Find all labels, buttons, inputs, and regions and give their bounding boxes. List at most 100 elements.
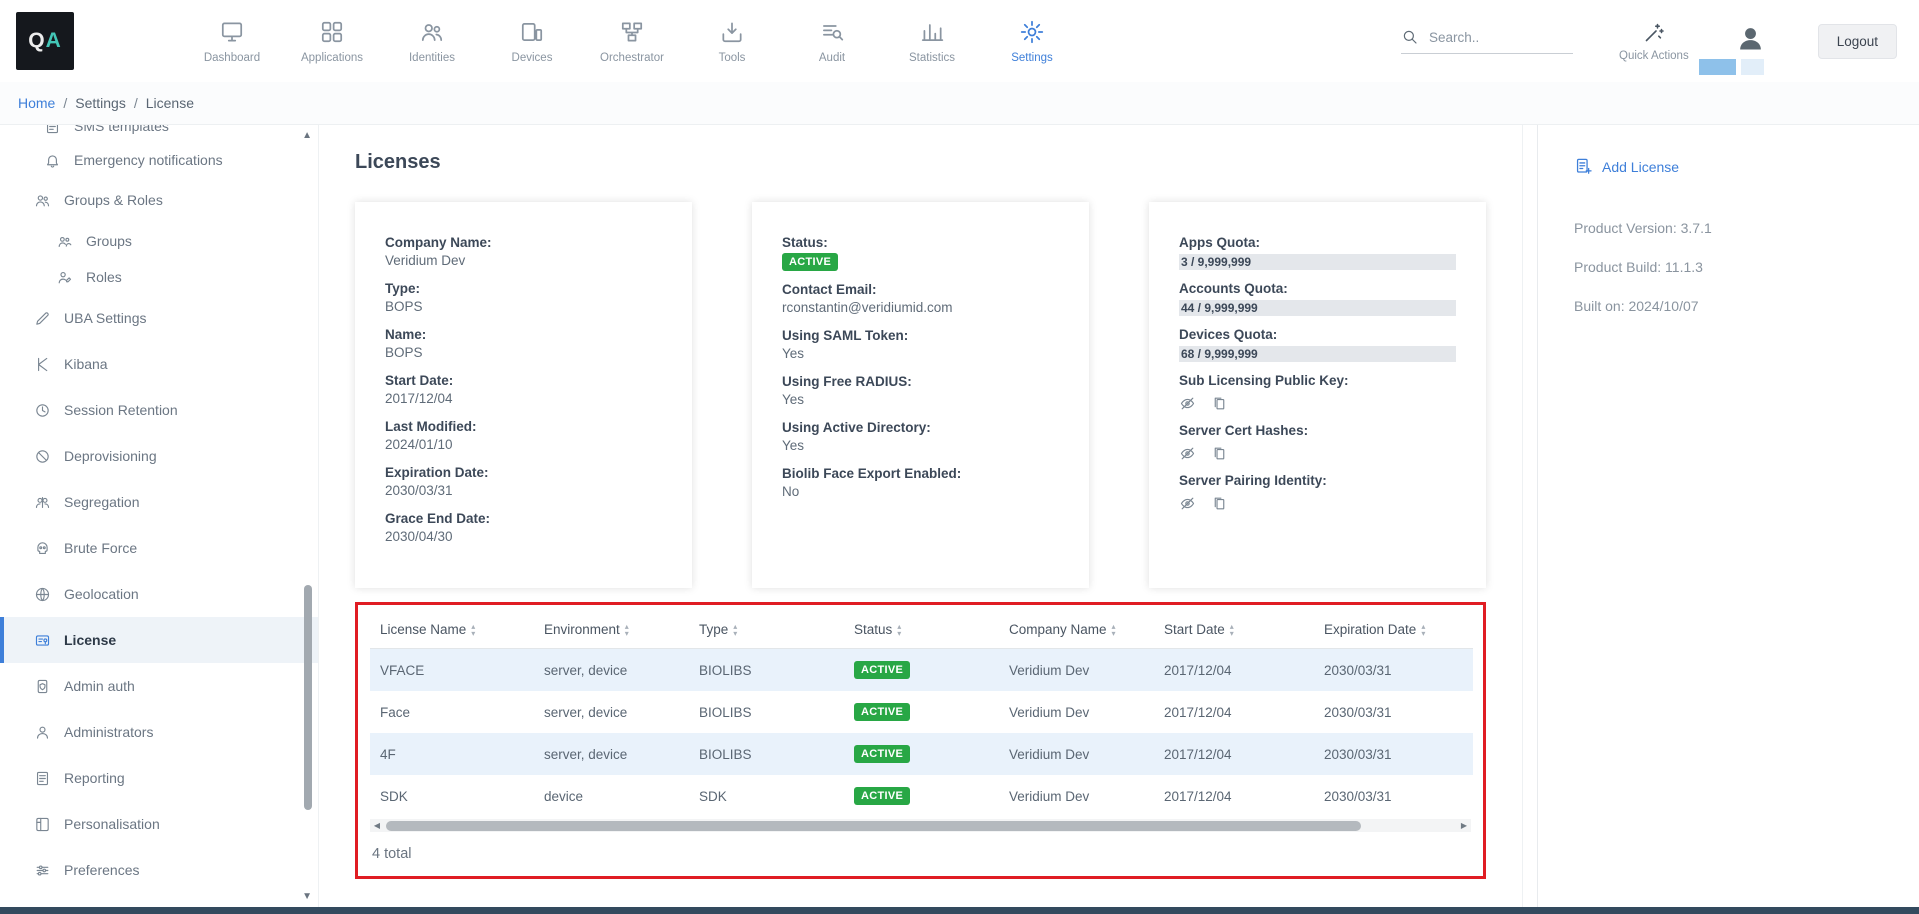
app-logo[interactable]: QA (16, 12, 74, 70)
quota-progress-bar: 3 / 9,999,999 (1179, 254, 1456, 270)
sidebar-item-segregation[interactable]: Segregation (0, 479, 318, 525)
sidebar-item-emergency-notifications[interactable]: Emergency notifications (0, 143, 318, 177)
devices-icon (519, 19, 545, 45)
sidebar-item-administrators[interactable]: Administrators (0, 709, 318, 755)
copy-icon[interactable] (1211, 395, 1228, 412)
licenses-table: License Name▴▾ Environment▴▾ Type▴▾ Stat… (370, 611, 1473, 817)
field-value: 2024/01/10 (385, 436, 662, 454)
built-on: Built on: 2024/10/07 (1574, 298, 1899, 314)
sidebar-item-reporting[interactable]: Reporting (0, 755, 318, 801)
table-scrollbar-thumb[interactable] (386, 821, 1361, 831)
cell: 2030/03/31 (1314, 649, 1473, 692)
scroll-down-arrow-icon[interactable]: ▼ (302, 892, 312, 902)
product-build: Product Build: 11.1.3 (1574, 259, 1899, 275)
column-header-company-name[interactable]: Company Name▴▾ (999, 611, 1154, 649)
kibana-icon (34, 356, 51, 373)
eye-off-icon[interactable] (1179, 495, 1196, 512)
copy-icon[interactable] (1211, 445, 1228, 462)
globe-icon (34, 586, 51, 603)
table-row-4f[interactable]: 4Fserver, deviceBIOLIBSACTIVEVeridium De… (370, 733, 1473, 775)
quick-actions-label: Quick Actions (1619, 50, 1689, 62)
main-panel: Licenses Company Name: Veridium Dev Type… (318, 125, 1523, 914)
search-input[interactable] (1429, 30, 1557, 45)
sidebar-scrollbar-thumb[interactable] (304, 585, 312, 810)
breadcrumb-item-settings[interactable]: Settings (75, 95, 126, 111)
nav-item-audit[interactable]: Audit (782, 19, 882, 64)
nav-item-orchestrator[interactable]: Orchestrator (582, 19, 682, 64)
sidebar-item-deprovisioning[interactable]: Deprovisioning (0, 433, 318, 479)
groups-icon (56, 233, 73, 250)
field-value: rconstantin@veridiumid.com (782, 299, 1059, 317)
column-header-status[interactable]: Status▴▾ (844, 611, 999, 649)
sidebar-item-roles[interactable]: Roles (0, 259, 318, 295)
field-label: Grace End Date: (385, 510, 662, 528)
logout-button[interactable]: Logout (1818, 24, 1897, 59)
sidebar-item-admin-auth[interactable]: Admin auth (0, 663, 318, 709)
table-horizontal-scrollbar[interactable]: ◀ ▶ (370, 819, 1471, 832)
eye-off-icon[interactable] (1179, 395, 1196, 412)
segregation-icon (34, 494, 51, 511)
field-label: Devices Quota: (1179, 326, 1456, 344)
table-header-row: License Name▴▾ Environment▴▾ Type▴▾ Stat… (370, 611, 1473, 649)
cell: Veridium Dev (999, 775, 1154, 817)
column-header-type[interactable]: Type▴▾ (689, 611, 844, 649)
nav-item-dashboard[interactable]: Dashboard (182, 19, 282, 64)
sidebar-item-sms-templates[interactable]: SMS templates (0, 125, 318, 143)
cell: Veridium Dev (999, 649, 1154, 692)
sidebar-item-label: Reporting (64, 770, 125, 786)
nav-item-devices[interactable]: Devices (482, 19, 582, 64)
sidebar-item-groups-roles[interactable]: Groups & Roles (0, 177, 318, 223)
nav-item-tools[interactable]: Tools (682, 19, 782, 64)
sidebar-scrollbar[interactable]: ▲ ▼ (301, 125, 313, 914)
nav-item-statistics[interactable]: Statistics (882, 19, 982, 64)
sidebar-item-license[interactable]: License (0, 617, 318, 663)
sidebar-item-uba-settings[interactable]: UBA Settings (0, 295, 318, 341)
breadcrumb-item-home[interactable]: Home (18, 95, 55, 111)
indicator-blue[interactable] (1699, 59, 1736, 75)
column-header-start-date[interactable]: Start Date▴▾ (1154, 611, 1314, 649)
sidebar-item-brute-force[interactable]: Brute Force (0, 525, 318, 571)
sidebar-item-kibana[interactable]: Kibana (0, 341, 318, 387)
nav-item-identities[interactable]: Identities (382, 19, 482, 64)
field-last-modified: Last Modified: 2024/01/10 (385, 418, 662, 454)
field-company-name: Company Name: Veridium Dev (385, 234, 662, 270)
bottom-scrollbar[interactable] (0, 907, 1919, 914)
copy-icon[interactable] (1211, 495, 1228, 512)
sidebar-item-label: License (64, 632, 116, 648)
scroll-up-arrow-icon[interactable]: ▲ (302, 131, 312, 141)
table-row-vface[interactable]: VFACEserver, deviceBIOLIBSACTIVEVeridium… (370, 649, 1473, 692)
sidebar-item-session-retention[interactable]: Session Retention (0, 387, 318, 433)
add-license-button[interactable]: Add License (1574, 157, 1899, 176)
eye-off-icon[interactable] (1179, 445, 1196, 462)
license-icon (34, 632, 51, 649)
column-header-expiration-date[interactable]: Expiration Date▴▾ (1314, 611, 1473, 649)
table-row-face[interactable]: Faceserver, deviceBIOLIBSACTIVEVeridium … (370, 691, 1473, 733)
scroll-left-arrow-icon[interactable]: ◀ (370, 821, 384, 830)
add-license-label: Add License (1602, 159, 1679, 175)
indicator-light[interactable] (1741, 59, 1764, 75)
table-row-sdk[interactable]: SDKdeviceSDKACTIVEVeridium Dev2017/12/04… (370, 775, 1473, 817)
nav-item-label: Dashboard (204, 52, 260, 64)
nav-item-applications[interactable]: Applications (282, 19, 382, 64)
search-box[interactable] (1401, 28, 1573, 54)
status-badge: ACTIVE (854, 661, 910, 679)
sort-icon: ▴▾ (1112, 623, 1116, 637)
scroll-right-arrow-icon[interactable]: ▶ (1457, 821, 1471, 830)
sidebar-item-geolocation[interactable]: Geolocation (0, 571, 318, 617)
quick-actions-button[interactable]: Quick Actions (1619, 21, 1689, 62)
field-value: Yes (782, 345, 1059, 363)
page-title: Licenses (355, 151, 1486, 174)
column-header-environment[interactable]: Environment▴▾ (534, 611, 689, 649)
license-cards: Company Name: Veridium Dev Type: BOPS Na… (355, 202, 1486, 588)
status-badge: ACTIVE (854, 745, 910, 763)
sidebar-item-personalisation[interactable]: Personalisation (0, 801, 318, 847)
field-value: BOPS (385, 344, 662, 362)
cell: device (534, 775, 689, 817)
nav-item-label: Devices (512, 52, 553, 64)
user-avatar[interactable] (1735, 23, 1766, 59)
sidebar-item-preferences[interactable]: Preferences (0, 847, 318, 893)
field-name: Name: BOPS (385, 326, 662, 362)
nav-item-settings[interactable]: Settings (982, 19, 1082, 64)
column-header-license-name[interactable]: License Name▴▾ (370, 611, 534, 649)
sidebar-item-groups[interactable]: Groups (0, 223, 318, 259)
